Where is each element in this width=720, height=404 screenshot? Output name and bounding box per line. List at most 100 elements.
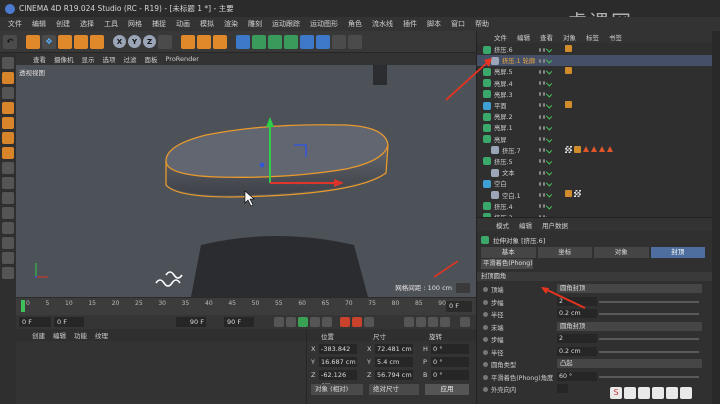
- ime-punct-icon[interactable]: [638, 387, 650, 399]
- attribute-slider[interactable]: [599, 375, 699, 378]
- object-row[interactable]: 空白.1: [477, 189, 713, 200]
- visibility-toggle[interactable]: [539, 158, 553, 165]
- axis-mode-icon[interactable]: [2, 162, 14, 174]
- phong-tag-icon[interactable]: [565, 45, 572, 52]
- texture-tag-icon[interactable]: [574, 190, 581, 198]
- camera-icon[interactable]: [332, 34, 346, 49]
- object-row[interactable]: 挤压.7: [477, 145, 713, 156]
- polygons-mode-icon[interactable]: [2, 147, 14, 159]
- object-menu-item-5[interactable]: 书签: [604, 32, 627, 42]
- attribute-tab[interactable]: 封顶: [650, 247, 705, 258]
- size-mode-dropdown[interactable]: 绝对尺寸: [369, 384, 419, 395]
- rotate-icon[interactable]: [74, 34, 88, 49]
- menu-item-12[interactable]: 运动图形: [305, 19, 343, 29]
- ime-toolbar[interactable]: S: [610, 387, 692, 399]
- grid-icon[interactable]: [2, 237, 14, 249]
- attribute-slider[interactable]: [599, 338, 699, 340]
- size-value-field[interactable]: 72.481 cm: [375, 344, 413, 354]
- key-position-icon[interactable]: [404, 317, 414, 327]
- object-tags[interactable]: [565, 67, 572, 75]
- attribute-slider[interactable]: [599, 313, 699, 315]
- light-icon[interactable]: [348, 34, 362, 49]
- object-name[interactable]: 挤压.6: [494, 45, 542, 54]
- visibility-toggle[interactable]: [539, 46, 553, 53]
- attribute-menu-item-1[interactable]: 编辑: [514, 220, 537, 230]
- object-row[interactable]: 亮屏.4: [477, 78, 713, 89]
- menu-item-4[interactable]: 工具: [99, 19, 123, 29]
- object-row[interactable]: 空白: [477, 178, 713, 189]
- texture-mode-icon[interactable]: [2, 87, 14, 99]
- visibility-toggle[interactable]: [539, 203, 553, 210]
- object-name[interactable]: 亮屏.1: [494, 123, 542, 132]
- timeline-end-frame[interactable]: 0 F: [446, 301, 472, 312]
- attribute-tab[interactable]: 对象: [594, 247, 649, 258]
- edges-mode-icon[interactable]: [2, 132, 14, 144]
- phong-tag-icon[interactable]: [565, 67, 572, 75]
- attribute-menu-item-2[interactable]: 用户数据: [537, 220, 573, 230]
- visibility-toggle[interactable]: [539, 113, 553, 120]
- viewport-menu-item-2[interactable]: 显示: [78, 54, 99, 64]
- material-menu-item-1[interactable]: 编辑: [49, 330, 70, 340]
- material-menu-item-3[interactable]: 纹理: [91, 330, 112, 340]
- visibility-toggle[interactable]: [539, 57, 553, 64]
- gizmo-z-axis[interactable]: [259, 162, 265, 168]
- model-mode-icon[interactable]: [2, 72, 14, 84]
- points-mode-icon[interactable]: [2, 117, 14, 129]
- keyframe-selection-icon[interactable]: [364, 317, 374, 327]
- animate-bullet-icon[interactable]: [483, 324, 488, 330]
- object-name[interactable]: 亮屏: [494, 135, 542, 144]
- viewport-nav-icon[interactable]: [456, 283, 470, 293]
- rotation-value-field[interactable]: 0 °: [431, 357, 469, 367]
- object-tags[interactable]: [565, 145, 613, 153]
- array-icon[interactable]: [284, 34, 298, 49]
- x-axis-lock-icon[interactable]: X: [113, 35, 126, 48]
- coordinate-system-icon[interactable]: [158, 34, 172, 49]
- phong-tag-icon[interactable]: [565, 190, 572, 198]
- workplane-icon[interactable]: [2, 102, 14, 114]
- ime-settings-icon[interactable]: [680, 387, 692, 399]
- key-scale-icon[interactable]: [428, 317, 438, 327]
- object-menu-item-3[interactable]: 对象: [558, 32, 581, 42]
- visibility-toggle[interactable]: [539, 124, 553, 131]
- material-menu-item-0[interactable]: 创建: [28, 330, 49, 340]
- animate-bullet-icon[interactable]: [483, 337, 488, 342]
- scale-icon[interactable]: [58, 34, 72, 49]
- cube-icon[interactable]: [236, 34, 250, 49]
- object-name[interactable]: 挤压.4: [494, 202, 542, 211]
- viewport-menu-item-6[interactable]: ProRender: [162, 55, 203, 63]
- subdivision-icon[interactable]: [268, 34, 282, 49]
- position-value-field[interactable]: -383.842 cm: [319, 344, 357, 363]
- attribute-tab[interactable]: 基本: [481, 247, 536, 258]
- object-row[interactable]: 亮屏.1: [477, 122, 713, 133]
- magnet-icon[interactable]: [2, 207, 14, 219]
- timeline-settings-icon[interactable]: [460, 317, 470, 327]
- object-row[interactable]: 挤压.6: [477, 44, 713, 55]
- coordinate-mode-dropdown[interactable]: 对象 (相对): [311, 384, 363, 395]
- object-row[interactable]: 文本: [477, 167, 713, 178]
- visibility-toggle[interactable]: [539, 79, 553, 87]
- object-name[interactable]: 亮屏.5: [494, 67, 542, 76]
- object-row[interactable]: 挤压.1 轮廓: [477, 55, 713, 67]
- attribute-dropdown[interactable]: 凸起: [557, 359, 702, 368]
- object-row[interactable]: 挤压.5: [477, 156, 713, 167]
- undo-icon[interactable]: ↶: [3, 34, 17, 49]
- play-icon[interactable]: [298, 317, 308, 327]
- sculpt-icon[interactable]: [2, 222, 14, 234]
- live-select-icon[interactable]: [26, 34, 40, 49]
- phong-tag-icon[interactable]: [574, 145, 581, 153]
- menu-item-0[interactable]: 文件: [3, 19, 27, 29]
- attribute-slider[interactable]: [599, 350, 699, 353]
- object-menu-item-2[interactable]: 查看: [535, 32, 558, 42]
- render-picture-viewer-icon[interactable]: [197, 34, 211, 49]
- visibility-toggle[interactable]: [539, 147, 553, 154]
- menu-item-15[interactable]: 插件: [398, 19, 422, 29]
- visibility-toggle[interactable]: [539, 135, 553, 143]
- current-frame-field[interactable]: 0 F: [19, 317, 51, 327]
- object-tags[interactable]: [565, 190, 581, 198]
- viewport-menu-item-1[interactable]: 摄像机: [50, 54, 78, 64]
- object-row[interactable]: 亮屏: [477, 134, 713, 145]
- object-row[interactable]: 亮屏.5: [477, 66, 713, 77]
- object-name[interactable]: 平面: [494, 101, 542, 110]
- menu-item-11[interactable]: 运动跟踪: [267, 19, 305, 29]
- move-icon[interactable]: ✥: [42, 34, 56, 49]
